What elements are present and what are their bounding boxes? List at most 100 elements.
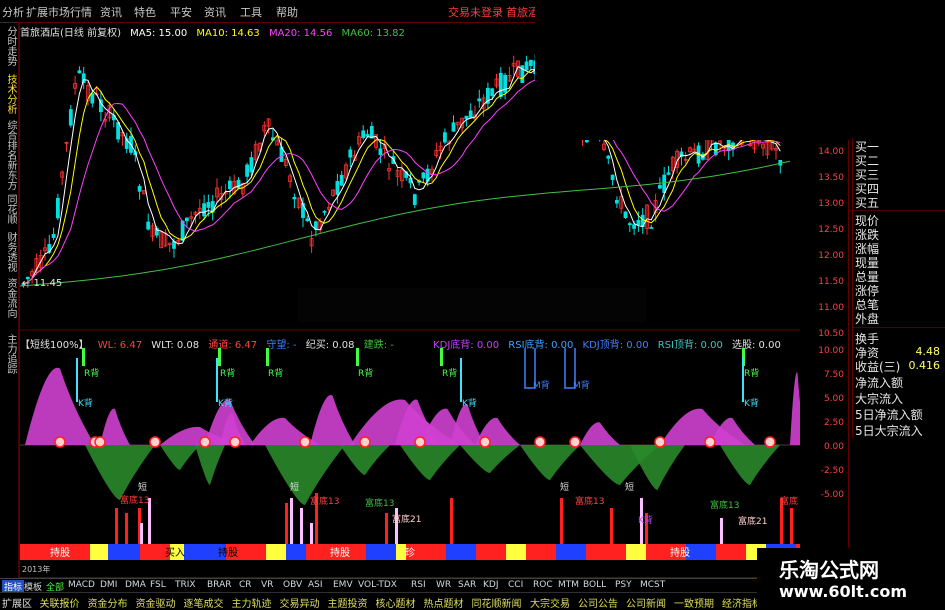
candle-body — [649, 227, 654, 229]
indicator-tab[interactable]: MCST — [640, 580, 665, 590]
signal-dot — [569, 436, 581, 448]
candle-body — [348, 149, 353, 158]
bottom-tab[interactable]: 主力轨迹 — [232, 595, 272, 610]
redacted-block — [535, 0, 945, 140]
side-tab-finance[interactable]: 财务透视 — [2, 232, 16, 272]
menu-item-pingan[interactable]: 平安 — [170, 4, 192, 20]
bottom-tab[interactable]: 大宗交易 — [530, 595, 570, 610]
candle-body — [227, 180, 232, 190]
signal-dot — [149, 436, 161, 448]
indicator-tab[interactable]: KDJ — [483, 580, 499, 590]
indicator-tab[interactable]: OBV — [283, 580, 302, 590]
indicator-tab[interactable]: CCI — [508, 580, 523, 590]
state-band-segment — [286, 544, 306, 560]
indicator-tab[interactable]: BOLL — [583, 580, 606, 590]
indicator-tab[interactable]: MTM — [558, 580, 579, 590]
signal-dot — [479, 436, 491, 448]
indicator-tab[interactable]: SAR — [458, 580, 476, 590]
indicator-tab[interactable]: ROC — [533, 580, 553, 590]
bottom-tab[interactable]: 主题投资 — [328, 595, 368, 610]
indicator-tab[interactable]: DMI — [100, 580, 117, 590]
signal-label: 短 — [290, 481, 299, 493]
menu-item-info[interactable]: 资讯 — [204, 4, 226, 20]
indicator-tab[interactable]: RSI — [411, 580, 426, 590]
bottom-tab[interactable]: 关联报价 — [40, 595, 80, 610]
trade-login-status[interactable]: 交易未登录 — [448, 4, 503, 20]
indicator-tab[interactable]: WR — [436, 580, 451, 590]
side-tab-timeshare[interactable]: 分时走势 — [2, 26, 16, 66]
bottom-tab[interactable]: 交易异动 — [280, 595, 320, 610]
candle-body — [421, 172, 426, 179]
indicator-tab[interactable]: CR — [239, 580, 252, 590]
indicator-tab[interactable]: ASI — [308, 580, 323, 590]
indicator-tab[interactable]: BRAR — [207, 580, 231, 590]
quote-label: 净流入额 — [855, 376, 904, 390]
side-tab-fundflow[interactable]: 资金流向 — [2, 278, 16, 318]
bottom-tab[interactable]: 扩展区 — [2, 595, 32, 610]
state-band-segment — [586, 544, 626, 560]
side-tab-ranking[interactable]: 综合排名 — [2, 120, 16, 160]
indicator-tab[interactable]: DMA — [125, 580, 146, 590]
bottom-tab[interactable]: 资金驱动 — [136, 595, 176, 610]
bottom-tab[interactable]: 公司新闻 — [626, 595, 666, 610]
ma60-line — [20, 160, 791, 287]
candle-body — [245, 164, 250, 177]
indicator-chart[interactable]: R背 R背 R背 R背 R背 R背 K背 K背 K背 K背 M背 M背短 短 短 短富底13 富底13 富底13… — [20, 348, 800, 576]
candle-body — [68, 109, 73, 126]
candle-body — [490, 88, 495, 97]
menu-item-extended-market[interactable]: 扩展市场行情 — [26, 4, 92, 20]
bottom-bar — [290, 498, 293, 548]
indicator-tick: -2.50 — [820, 466, 844, 476]
candle-body — [339, 174, 344, 186]
side-tab-technical[interactable]: 技术分析 — [2, 74, 16, 114]
quote-label: 买五 — [855, 196, 880, 210]
indicator-tab[interactable]: VR — [261, 580, 273, 590]
signal-dot — [764, 436, 776, 448]
signal-dot — [299, 436, 311, 448]
signal-bar — [76, 358, 78, 402]
bottom-bar — [720, 518, 723, 548]
side-tab-ths[interactable]: 同花顺 — [2, 194, 16, 224]
bottom-bar — [125, 513, 128, 548]
negative-area — [160, 445, 200, 470]
bottom-tab[interactable]: 公司公告 — [578, 595, 618, 610]
menu-item-special[interactable]: 特色 — [134, 4, 156, 20]
bottom-tab[interactable]: 一致预期 — [674, 595, 714, 610]
indicator-tab[interactable]: VOL-TDX — [358, 580, 397, 590]
price-tick: 13.00 — [818, 199, 844, 209]
indicator-tab[interactable]: MACD — [68, 580, 95, 590]
indicator-tab[interactable]: EMV — [333, 580, 353, 590]
menu-item-analysis[interactable]: 分析 — [2, 4, 24, 20]
menu-item-news[interactable]: 资讯 — [100, 4, 122, 20]
redacted-block — [298, 288, 646, 322]
indicator-tab[interactable]: PSY — [615, 580, 632, 590]
indicator-tick: 10.00 — [818, 346, 844, 356]
bottom-tab[interactable]: 热点题材 — [424, 595, 464, 610]
band-label: 珍 — [405, 547, 415, 559]
indicator-tab[interactable]: FSL — [150, 580, 166, 590]
signal-bar — [356, 348, 359, 366]
indicator-tab[interactable]: TRIX — [175, 580, 196, 590]
side-tabs: 分时走势 技术分析 综合排名 新东方 同花顺 财务透视 资金流向 主力追踪 — [0, 22, 19, 578]
negative-area — [520, 445, 580, 480]
signal-label: 短 — [138, 481, 147, 493]
candle-body — [202, 203, 207, 217]
side-tab-main-force[interactable]: 主力追踪 — [2, 334, 16, 374]
menu-item-tools[interactable]: 工具 — [240, 4, 262, 20]
quote-value-jingzi: 4.48 — [915, 345, 941, 358]
state-band-segment — [626, 544, 646, 560]
bottom-bar — [790, 508, 793, 548]
candle-body — [369, 126, 374, 139]
negative-area — [265, 445, 345, 505]
menu-item-help[interactable]: 帮助 — [276, 4, 298, 20]
indicator-tick: 0.00 — [823, 442, 844, 452]
bottom-tab[interactable]: 同花顺新闻 — [472, 595, 522, 610]
bottom-tab[interactable]: 逐笔成交 — [184, 595, 224, 610]
bottom-tab[interactable]: 核心题材 — [376, 595, 416, 610]
candle-body — [442, 132, 447, 143]
bottom-tab[interactable]: 资金分布 — [88, 595, 128, 610]
side-tab-xdf[interactable]: 新东方 — [2, 160, 16, 190]
price-tick: 12.00 — [818, 251, 844, 261]
watermark: 乐淘公式网 www.60lt.com — [757, 548, 945, 609]
bottom-tab[interactable]: 经济指标 — [722, 595, 762, 610]
